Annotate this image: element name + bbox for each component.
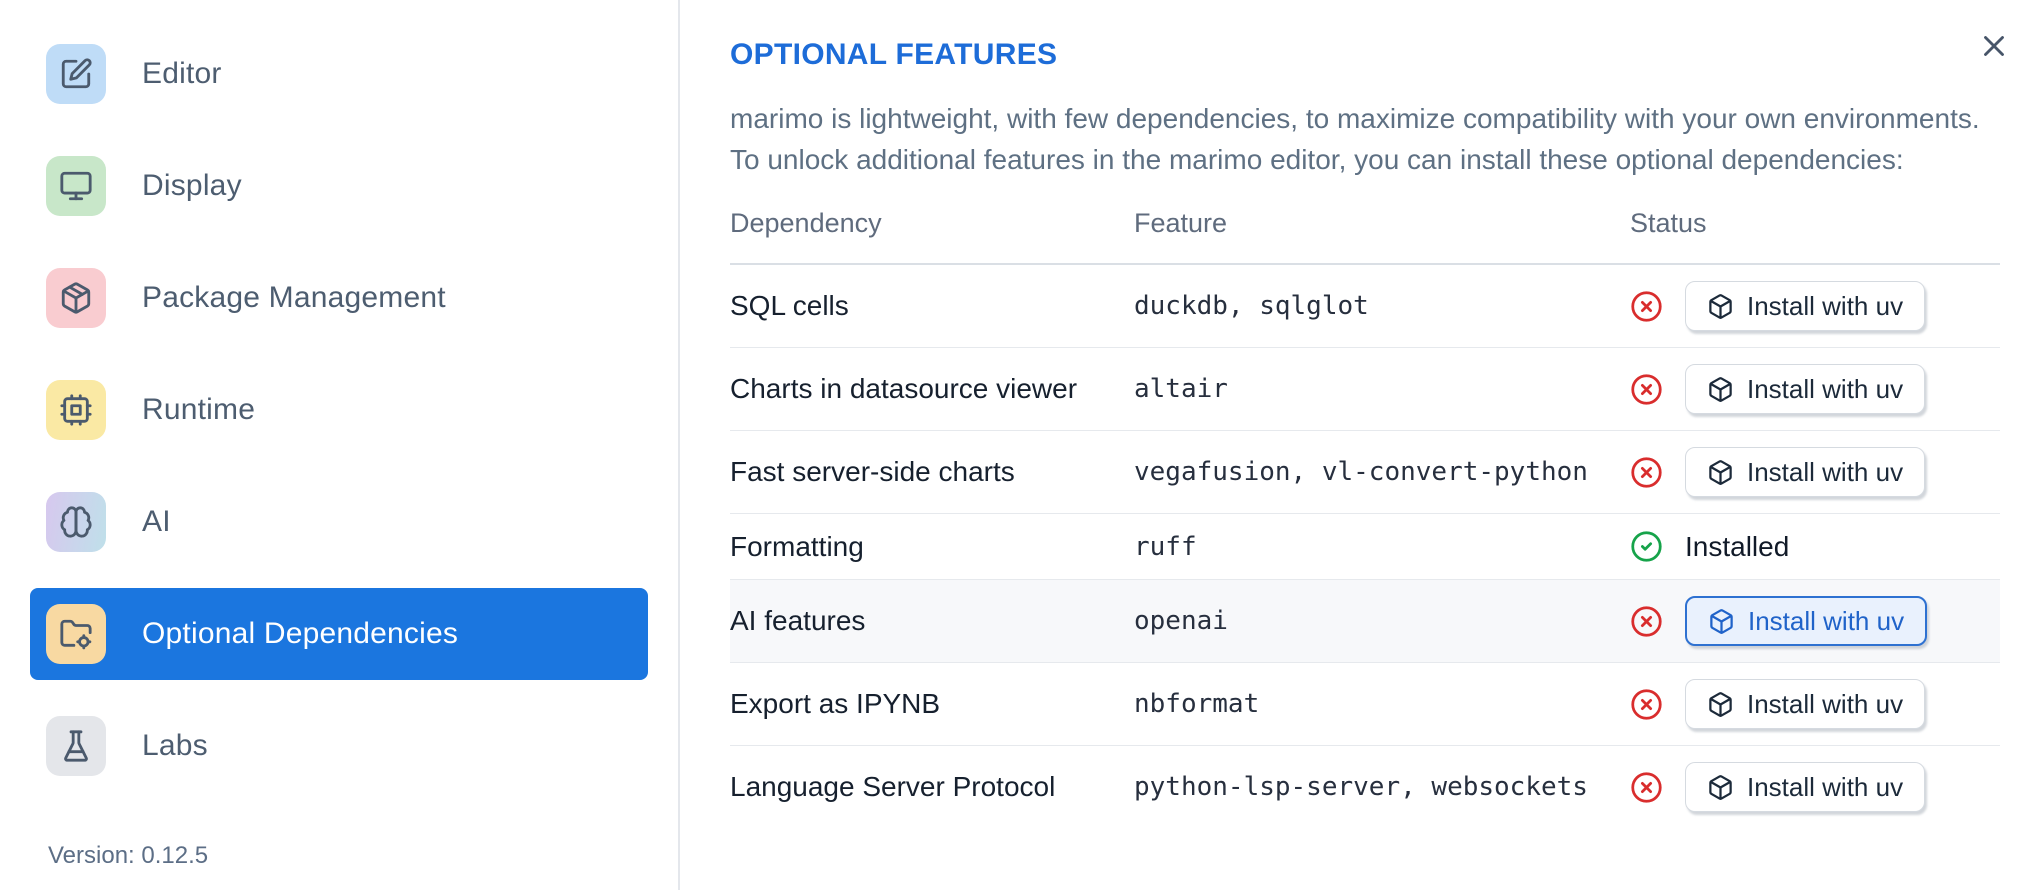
install-with-uv-button[interactable]: Install with uv: [1685, 762, 1926, 812]
table-row: Formatting ruff Installed: [730, 513, 2000, 580]
close-icon: [1984, 36, 2004, 56]
package-icon: [1709, 376, 1732, 402]
status-cell: Install with uv: [1630, 347, 2000, 431]
sidebar-item-display[interactable]: Display: [30, 140, 648, 232]
sidebar-item-label: Display: [142, 169, 242, 202]
sidebar-item-label: Optional Dependencies: [142, 617, 459, 650]
dependency-cell: AI features: [730, 579, 1134, 663]
not-installed-icon: [1631, 373, 1662, 405]
status-cell: Install with uv: [1630, 264, 2000, 348]
install-button-label: Install with uv: [1747, 290, 1904, 321]
sidebar-item-package-management[interactable]: Package Management: [30, 252, 648, 344]
status-cell-content: Install with uv: [1630, 364, 2000, 414]
install-with-uv-button[interactable]: Install with uv: [1685, 679, 1926, 729]
not-installed-icon: [1631, 290, 1662, 322]
package-icon: [1709, 459, 1732, 485]
sidebar-item-editor[interactable]: Editor: [30, 28, 648, 120]
install-button-label: Install with uv: [1748, 605, 1905, 636]
column-header-status: Status: [1630, 198, 2000, 265]
sidebar-item-label: Runtime: [142, 393, 256, 426]
sidebar-item-label: Package Management: [142, 281, 446, 314]
edit-icon: [46, 44, 106, 104]
feature-cell: vegafusion, vl-convert-python: [1134, 430, 1630, 514]
status-cell: Install with uv: [1630, 745, 2000, 828]
not-installed-icon: [1631, 688, 1662, 720]
table-row: Charts in datasource viewer altair Insta…: [730, 347, 2000, 431]
install-button-label: Install with uv: [1747, 456, 1904, 487]
feature-cell: openai: [1134, 579, 1630, 663]
install-with-uv-button[interactable]: Install with uv: [1685, 596, 1928, 646]
sidebar-item-labs[interactable]: Labs: [30, 700, 648, 792]
sidebar-item-label: Editor: [142, 57, 222, 90]
brain-icon: [46, 492, 106, 552]
install-with-uv-button[interactable]: Install with uv: [1685, 281, 1926, 331]
dependency-cell: Formatting: [730, 513, 1134, 580]
feature-cell: nbformat: [1134, 662, 1630, 746]
table-header-row: Dependency Feature Status: [730, 198, 2000, 265]
install-button-label: Install with uv: [1747, 771, 1904, 802]
column-header-feature: Feature: [1134, 198, 1630, 265]
status-cell: Install with uv: [1630, 430, 2000, 514]
settings-sidebar: Editor Display Package Management Runtim…: [0, 0, 680, 890]
sidebar-item-label: AI: [142, 505, 171, 538]
feature-cell: duckdb, sqlglot: [1134, 291, 1369, 321]
folder-cog-icon: [46, 604, 106, 664]
panel-description: marimo is lightweight, with few dependen…: [730, 98, 2000, 180]
status-cell: Install with uv: [1630, 662, 2000, 746]
dependency-cell: Export as IPYNB: [730, 662, 1134, 746]
installed-label: Installed: [1685, 530, 1790, 562]
table-row: AI features openai Install with uv: [730, 579, 2000, 663]
status-cell: Installed: [1630, 513, 2000, 580]
dependency-table: Dependency Feature Status SQL cells duck…: [730, 198, 2000, 828]
optional-features-panel: OPTIONAL FEATURES marimo is lightweight,…: [680, 0, 2042, 890]
not-installed-icon: [1631, 771, 1662, 803]
dependency-table-body: SQL cells duckdb, sqlglot Install with u…: [730, 264, 2000, 828]
package-icon: [46, 268, 106, 328]
sidebar-item-runtime[interactable]: Runtime: [30, 364, 648, 456]
monitor-icon: [46, 156, 106, 216]
dependency-cell: Charts in datasource viewer: [730, 347, 1134, 431]
table-row: Export as IPYNB nbformat Install with uv: [730, 662, 2000, 746]
install-with-uv-button[interactable]: Install with uv: [1685, 447, 1926, 497]
feature-cell: python-lsp-server, websockets: [1134, 745, 1630, 828]
package-icon: [1709, 774, 1732, 800]
version-label: Version: 0.12.5: [48, 842, 209, 869]
status-cell-content: Install with uv: [1630, 762, 2000, 812]
installed-icon: [1631, 531, 1662, 562]
status-cell-content: Install with uv: [1630, 596, 2000, 646]
dependency-cell: Language Server Protocol: [730, 745, 1134, 828]
column-header-dependency: Dependency: [730, 198, 1134, 265]
feature-cell: ruff: [1134, 513, 1630, 580]
package-icon: [1710, 608, 1733, 634]
table-row: Language Server Protocol python-lsp-serv…: [730, 745, 2000, 828]
description-line: To unlock additional features in the mar…: [730, 144, 1904, 175]
status-cell: Install with uv: [1630, 579, 2000, 663]
sidebar-item-optional-dependencies[interactable]: Optional Dependencies: [30, 588, 648, 680]
table-row: SQL cells duckdb, sqlglot Install with u…: [730, 264, 2000, 348]
dependency-cell: SQL cells: [730, 290, 849, 321]
status-cell-content: Install with uv: [1630, 281, 2000, 331]
status-cell-content: Install with uv: [1630, 447, 2000, 497]
package-icon: [1709, 691, 1732, 717]
package-icon: [1709, 293, 1732, 319]
status-cell-content: Install with uv: [1630, 679, 2000, 729]
settings-dialog: Editor Display Package Management Runtim…: [0, 0, 2042, 890]
install-with-uv-button[interactable]: Install with uv: [1685, 364, 1926, 414]
description-line: marimo is lightweight, with few dependen…: [730, 103, 1980, 134]
sidebar-item-ai[interactable]: AI: [30, 476, 648, 568]
install-button-label: Install with uv: [1747, 688, 1904, 719]
not-installed-icon: [1631, 605, 1662, 637]
feature-cell: altair: [1134, 347, 1630, 431]
table-row: Fast server-side charts vegafusion, vl-c…: [730, 430, 2000, 514]
sidebar-item-label: Labs: [142, 729, 208, 762]
install-button-label: Install with uv: [1747, 373, 1904, 404]
dependency-cell: Fast server-side charts: [730, 430, 1134, 514]
flask-icon: [46, 716, 106, 776]
close-button[interactable]: [1974, 26, 2014, 66]
not-installed-icon: [1631, 456, 1662, 488]
status-cell-content: Installed: [1630, 530, 2000, 563]
panel-title: OPTIONAL FEATURES: [730, 38, 1058, 71]
cpu-icon: [46, 380, 106, 440]
